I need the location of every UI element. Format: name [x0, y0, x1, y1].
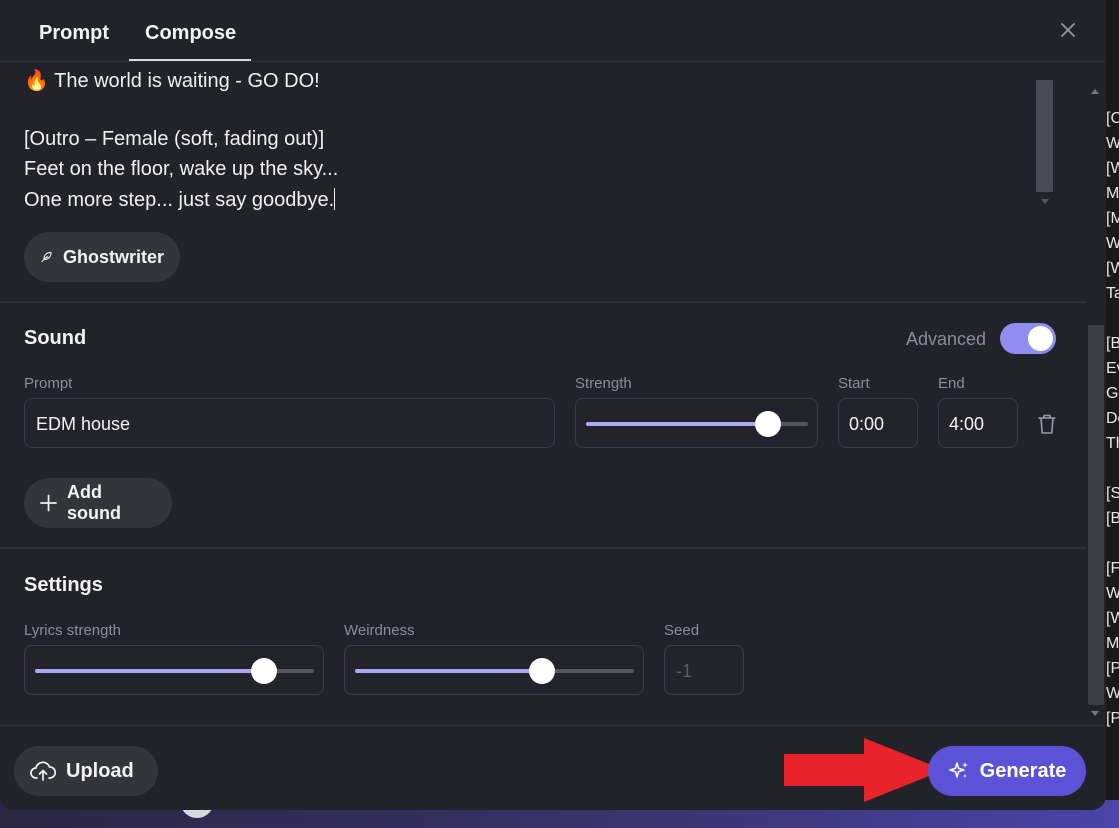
bg-line: [W: [1106, 610, 1119, 627]
bg-line: [W: [1106, 260, 1119, 277]
ghostwriter-label: Ghostwriter: [62, 246, 164, 267]
bg-line: Th: [1106, 435, 1119, 452]
slider-fill: [586, 422, 769, 426]
bg-line: W: [1106, 585, 1119, 602]
annotation-arrow-icon: [784, 738, 944, 802]
upload-label: Upload: [66, 759, 134, 782]
bg-line: W: [1106, 685, 1119, 702]
generate-button[interactable]: Generate: [928, 746, 1086, 796]
seed-label: Seed: [664, 622, 700, 639]
bg-line: [M: [1106, 210, 1119, 227]
bg-line: [P: [1106, 710, 1119, 727]
lyric-line: One more step... just say goodbye.: [24, 188, 336, 212]
tab-compose[interactable]: Compose: [145, 22, 236, 45]
trash-icon: [1038, 414, 1056, 434]
bg-line: [W: [1106, 160, 1119, 177]
section-divider: [0, 301, 1086, 303]
end-time-input[interactable]: 4:00: [938, 398, 1018, 448]
bg-line: Ev: [1106, 360, 1119, 377]
lyrics-strength-slider[interactable]: [24, 645, 324, 695]
bg-line: [B: [1106, 510, 1119, 527]
delete-sound-button[interactable]: [1036, 412, 1058, 436]
bg-line: [C: [1106, 110, 1119, 127]
add-sound-button[interactable]: Add sound: [24, 478, 172, 528]
ghostwriter-button[interactable]: Ghostwriter: [24, 232, 180, 282]
close-button[interactable]: [1056, 18, 1080, 42]
add-sound-label: Add sound: [67, 482, 122, 523]
sound-prompt-input[interactable]: EDM house: [24, 398, 555, 448]
bg-line: M: [1106, 635, 1119, 652]
end-time-value: 4:00: [949, 414, 985, 434]
lyrics-strength-label: Lyrics strength: [24, 622, 121, 639]
bg-line: Go: [1106, 385, 1119, 402]
feather-icon: [41, 251, 52, 263]
sound-section-title: Sound: [24, 327, 87, 349]
upload-button[interactable]: Upload: [14, 746, 158, 796]
section-divider: [0, 547, 1086, 549]
seed-placeholder: -1: [676, 661, 693, 681]
weirdness-slider[interactable]: [344, 645, 644, 695]
slider-handle[interactable]: [250, 658, 277, 684]
lyrics-editor[interactable]: 🔥 The world is waiting - GO DO! [Outro –…: [0, 62, 1086, 302]
close-icon: [1061, 23, 1075, 37]
slider-fill: [355, 669, 542, 673]
toggle-knob: [1028, 326, 1053, 351]
advanced-toggle[interactable]: [1000, 323, 1056, 354]
bg-line: [F: [1106, 560, 1119, 577]
bg-line: [P: [1106, 660, 1119, 677]
sound-prompt-value: EDM house: [36, 414, 131, 434]
active-tab-indicator: [129, 59, 251, 61]
scroll-down-arrow-icon[interactable]: [1091, 711, 1099, 716]
bg-line: M: [1106, 185, 1119, 202]
strength-label: Strength: [575, 375, 632, 392]
start-time-value: 0:00: [849, 414, 885, 434]
strength-slider[interactable]: [575, 398, 818, 448]
start-time-input[interactable]: 0:00: [838, 398, 918, 448]
lyrics-scrollbar[interactable]: [1036, 80, 1053, 192]
lyric-line: [Outro – Female (soft, fading out)]: [24, 128, 325, 150]
bg-line: [S: [1106, 485, 1119, 502]
lyric-line: Feet on the floor, wake up the sky...: [24, 158, 339, 180]
bg-line: W: [1106, 235, 1119, 252]
end-label: End: [938, 375, 965, 392]
advanced-label: Advanced: [906, 329, 987, 349]
footer-divider: [0, 725, 1106, 726]
weirdness-label: Weirdness: [344, 622, 415, 639]
settings-section-title: Settings: [24, 574, 103, 596]
slider-handle[interactable]: [528, 658, 555, 684]
tab-bar: Prompt Compose: [0, 0, 1106, 62]
bg-line: Ta: [1106, 285, 1119, 302]
sound-prompt-label: Prompt: [24, 375, 73, 392]
text-caret: [334, 188, 336, 210]
lyric-line-text: One more step... just say goodbye.: [24, 189, 335, 211]
slider-handle[interactable]: [755, 411, 782, 437]
sparkles-icon: [948, 762, 968, 778]
generate-label: Generate: [979, 759, 1067, 782]
bg-line: W: [1106, 135, 1119, 152]
scroll-down-arrow-icon[interactable]: [1041, 199, 1049, 204]
slider-fill: [35, 669, 264, 673]
bg-line: Do: [1106, 410, 1119, 427]
lyric-line: 🔥 The world is waiting - GO DO!: [24, 70, 320, 92]
seed-input[interactable]: -1: [664, 645, 744, 695]
start-label: Start: [838, 375, 870, 392]
page-scrollbar-thumb[interactable]: [1088, 325, 1104, 705]
tab-prompt[interactable]: Prompt: [39, 22, 109, 45]
plus-icon: [40, 494, 57, 512]
scroll-up-arrow-icon[interactable]: [1091, 89, 1099, 94]
cloud-upload-icon: [30, 761, 56, 781]
bg-line: [B: [1106, 335, 1119, 352]
compose-modal: Prompt Compose 🔥 The world is waiting - …: [0, 0, 1106, 810]
